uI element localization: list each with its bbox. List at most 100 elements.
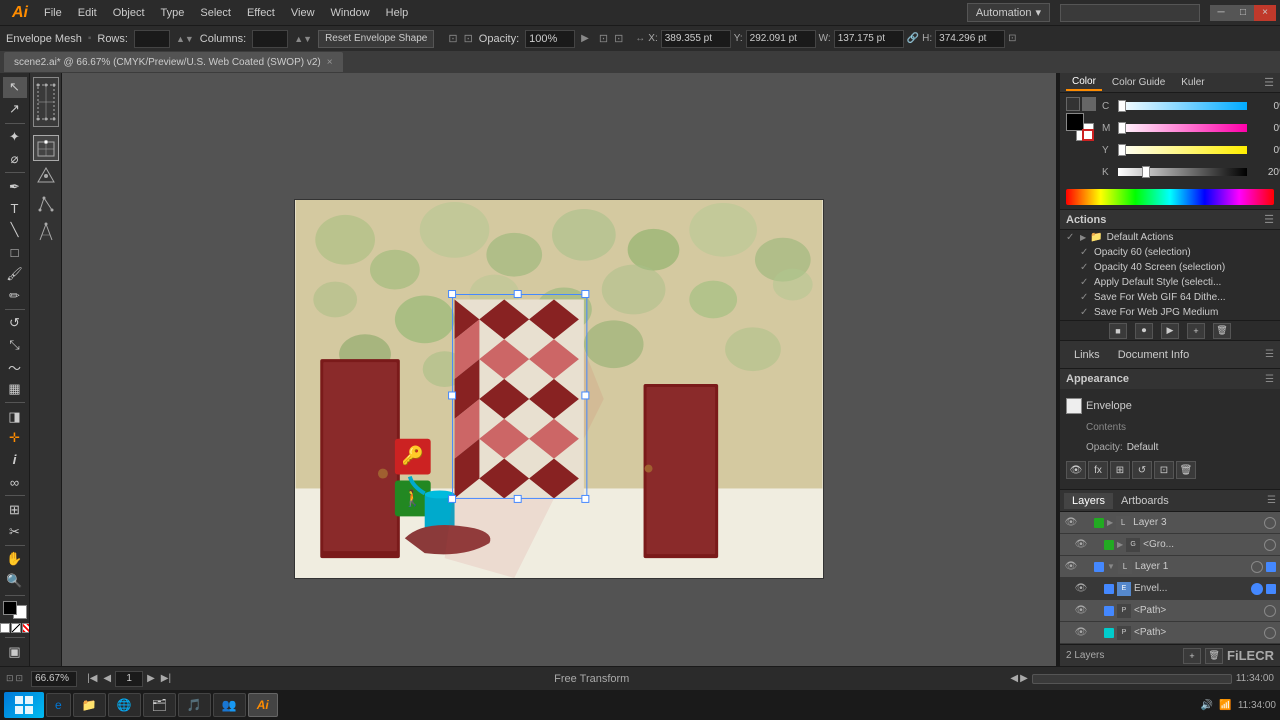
w-coord-input[interactable] (834, 30, 904, 48)
scale-tool[interactable]: ⤡ (3, 335, 27, 356)
artboard-tool[interactable]: ⊞ (3, 499, 27, 520)
artboards-tab[interactable]: Artboards (1113, 493, 1177, 509)
layer1-target[interactable] (1251, 561, 1263, 573)
y-coord-input[interactable] (746, 30, 816, 48)
color-guide-tab[interactable]: Color Guide (1106, 75, 1171, 90)
color-spectrum[interactable] (1066, 189, 1274, 205)
minimize-button[interactable]: ─ (1210, 5, 1232, 21)
layer-row-path2[interactable]: 👁 P <Path> (1060, 622, 1280, 644)
prev-page-btn[interactable]: ◀ (101, 673, 113, 684)
rows-input[interactable] (134, 30, 170, 48)
new-layer-btn[interactable]: + (1183, 648, 1201, 664)
menu-window[interactable]: Window (323, 3, 378, 23)
opacity-input[interactable] (525, 30, 575, 48)
layer-row-envelope[interactable]: 👁 E Envel... (1060, 578, 1280, 600)
layer1-visibility[interactable]: 👁 (1064, 560, 1078, 574)
actions-stop-btn[interactable]: ■ (1109, 323, 1127, 339)
line-tool[interactable]: ╲ (3, 220, 27, 241)
color-panel-options[interactable]: ☰ (1264, 76, 1274, 89)
next-page-btn[interactable]: ▶ (145, 673, 157, 684)
lasso-tool[interactable]: ⌀ (3, 148, 27, 169)
selection-tool[interactable]: ↖ (3, 77, 27, 98)
pencil-tool[interactable]: ✏ (3, 285, 27, 306)
actions-delete-btn[interactable]: 🗑 (1213, 323, 1231, 339)
warp-tool[interactable]: 〜 (3, 357, 27, 378)
page-input[interactable] (115, 671, 143, 687)
envelope-visibility[interactable]: 👁 (1074, 582, 1088, 596)
links-tab[interactable]: Links (1066, 347, 1108, 363)
none-swatch[interactable] (0, 623, 10, 633)
c-slider[interactable] (1118, 102, 1247, 110)
eyedropper-tool[interactable]: 𝒊 (3, 450, 27, 471)
actions-record-btn[interactable]: ⏺ (1135, 323, 1153, 339)
tab-close-button[interactable]: × (327, 57, 333, 68)
zoom-tool[interactable]: 🔍 (3, 571, 27, 592)
action-item-5[interactable]: ✓ Save For Web JPG Medium (1060, 305, 1280, 320)
action-item-1[interactable]: ✓ Opacity 60 (selection) (1060, 245, 1280, 260)
automation-button[interactable]: Automation ▾ (967, 3, 1050, 22)
menu-object[interactable]: Object (105, 3, 153, 23)
group-target[interactable] (1264, 539, 1276, 551)
play-backward-btn[interactable]: ◀ (1010, 673, 1018, 684)
menu-effect[interactable]: Effect (239, 3, 283, 23)
mesh-tool[interactable]: ✛ (3, 428, 27, 449)
blend-tool[interactable]: ∞ (3, 472, 27, 493)
appear-visibility-btn[interactable]: 👁 (1066, 461, 1086, 479)
envelope-target[interactable] (1251, 583, 1263, 595)
last-page-btn[interactable]: ▶| (159, 673, 173, 684)
gradient-tool[interactable]: ◨ (3, 406, 27, 427)
appear-dup-btn[interactable]: ⊡ (1154, 461, 1174, 479)
envelope-tool-3[interactable] (33, 191, 59, 217)
reset-envelope-button[interactable]: Reset Envelope Shape (318, 30, 434, 48)
layers-tab[interactable]: Layers (1064, 493, 1113, 509)
k-slider[interactable] (1118, 168, 1247, 176)
pattern-swatch[interactable] (22, 623, 30, 633)
links-panel-options[interactable]: ☰ (1265, 349, 1274, 360)
action-item-2[interactable]: ✓ Opacity 40 Screen (selection) (1060, 260, 1280, 275)
appearance-panel-options[interactable]: ☰ (1265, 374, 1274, 385)
kuler-tab[interactable]: Kuler (1175, 75, 1210, 90)
type-tool[interactable]: T (3, 198, 27, 219)
none-color[interactable] (1082, 129, 1094, 141)
x-coord-input[interactable] (661, 30, 731, 48)
close-button[interactable]: × (1254, 5, 1276, 21)
action-item-3[interactable]: ✓ Apply Default Style (selecti... (1060, 275, 1280, 290)
color-tab[interactable]: Color (1066, 74, 1102, 91)
menu-type[interactable]: Type (153, 3, 193, 23)
envelope-tool-2[interactable] (33, 163, 59, 189)
layers-panel-options[interactable]: ☰ (1267, 495, 1276, 506)
zoom-input[interactable] (31, 671, 77, 687)
rotate-tool[interactable]: ↺ (3, 313, 27, 334)
layer3-target[interactable] (1264, 517, 1276, 529)
color-mode-icon2[interactable] (1082, 97, 1096, 111)
cols-input[interactable] (252, 30, 288, 48)
progress-bar[interactable] (1032, 674, 1232, 684)
menu-edit[interactable]: Edit (70, 3, 105, 23)
gradient-swatch[interactable] (11, 623, 21, 633)
appearance-swatch[interactable] (1066, 398, 1082, 414)
magic-wand-tool[interactable]: ✦ (3, 127, 27, 148)
appear-link-btn[interactable]: ↺ (1132, 461, 1152, 479)
m-slider[interactable] (1118, 124, 1247, 132)
actions-new-btn[interactable]: + (1187, 323, 1205, 339)
taskbar-explorer[interactable]: 🗂 (143, 693, 176, 717)
graph-tool[interactable]: ▦ (3, 378, 27, 399)
maximize-button[interactable]: □ (1232, 5, 1254, 21)
menu-file[interactable]: File (36, 3, 70, 23)
screen-mode-button[interactable]: ▣ (3, 641, 27, 662)
taskbar-folder[interactable]: 📁 (73, 693, 106, 717)
taskbar-chrome[interactable]: 🌐 (108, 693, 141, 717)
slice-tool[interactable]: ✂ (3, 521, 27, 542)
document-info-tab[interactable]: Document Info (1110, 347, 1198, 363)
windows-start-button[interactable] (4, 692, 44, 718)
path1-target[interactable] (1264, 605, 1276, 617)
menu-select[interactable]: Select (192, 3, 239, 23)
paintbrush-tool[interactable]: 🖌 (3, 263, 27, 284)
file-tab[interactable]: scene2.ai* @ 66.67% (CMYK/Preview/U.S. W… (4, 52, 343, 72)
h-coord-input[interactable] (935, 30, 1005, 48)
layer-row-path1[interactable]: 👁 P <Path> (1060, 600, 1280, 622)
hand-tool[interactable]: ✋ (3, 549, 27, 570)
action-item-0[interactable]: ✓ ▶ 📁 Default Actions (1060, 230, 1280, 245)
color-mode-icon1[interactable] (1066, 97, 1080, 111)
search-input[interactable] (1060, 4, 1200, 22)
